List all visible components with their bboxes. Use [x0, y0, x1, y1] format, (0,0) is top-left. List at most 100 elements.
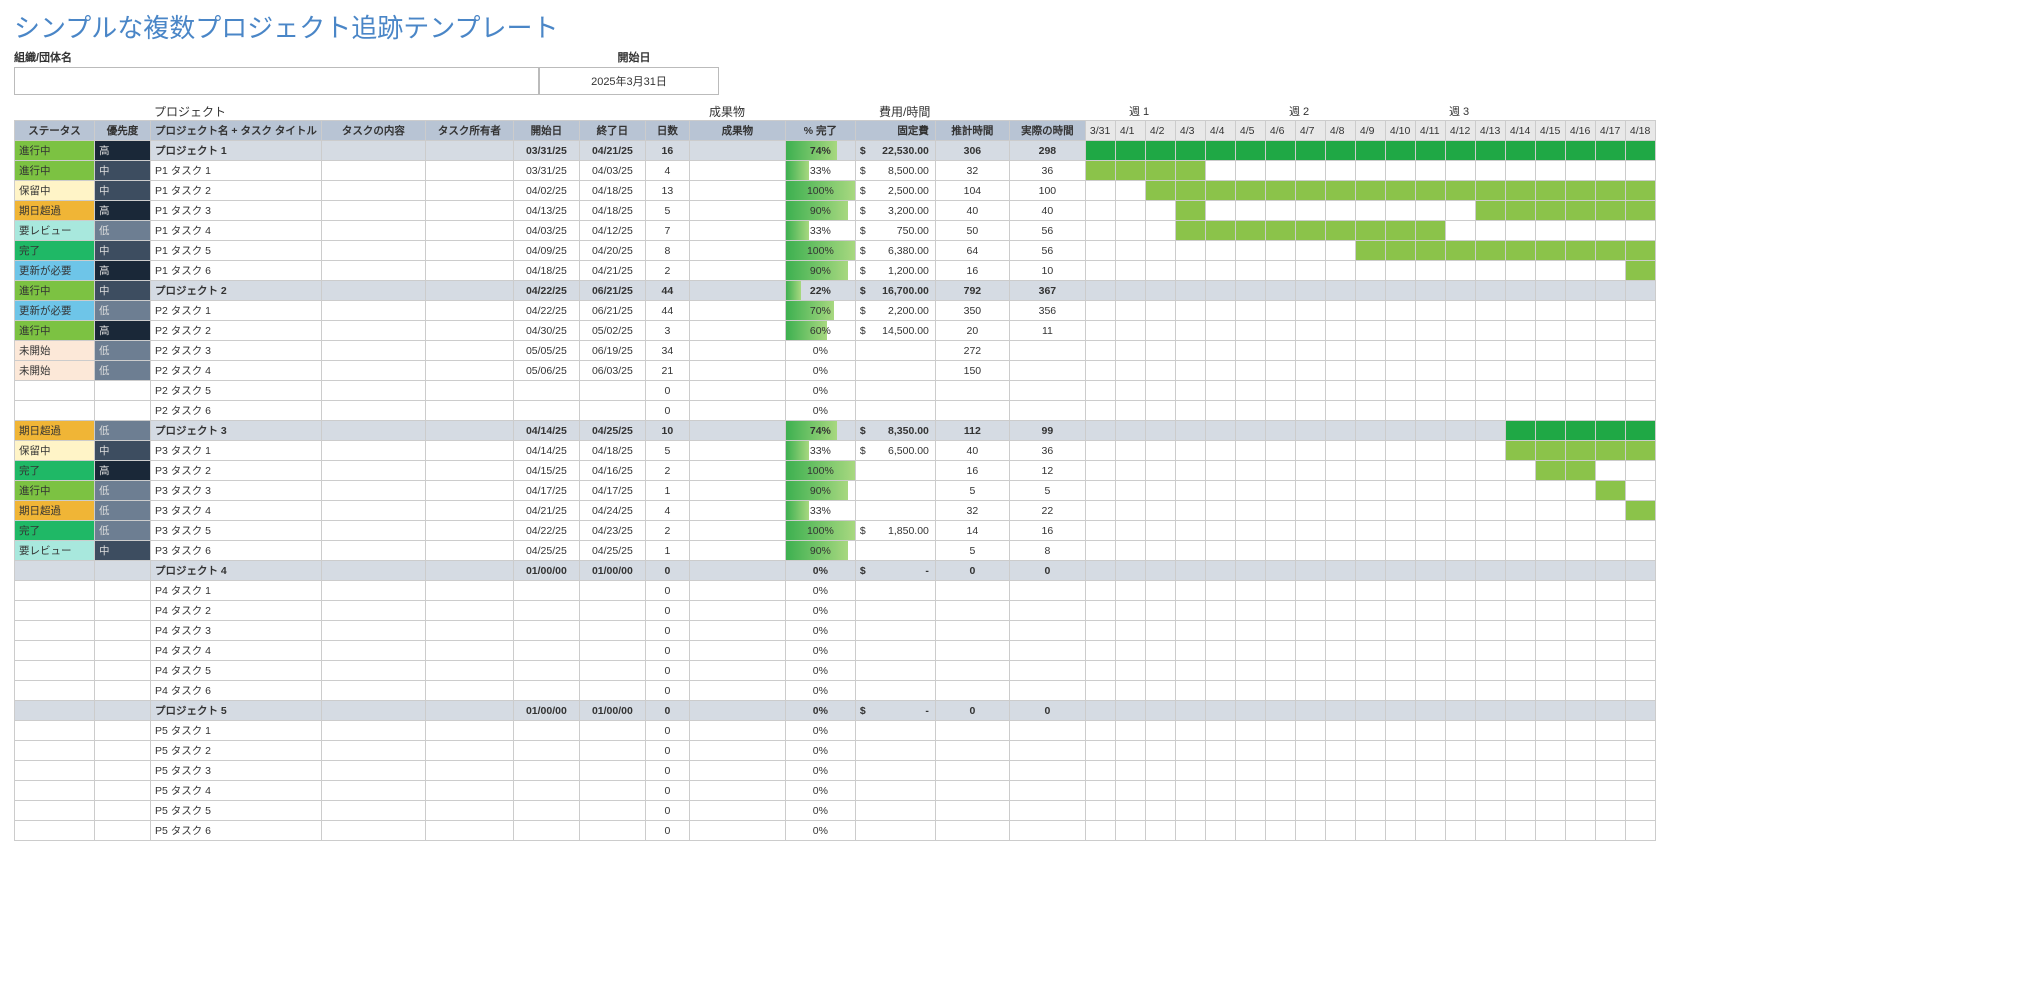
gantt-cell[interactable] [1505, 461, 1535, 481]
gantt-cell[interactable] [1355, 241, 1385, 261]
gantt-cell[interactable] [1145, 621, 1175, 641]
cell[interactable]: プロジェクト 3 [151, 421, 322, 441]
gantt-cell[interactable] [1355, 681, 1385, 701]
gantt-cell[interactable] [1085, 201, 1115, 221]
cell[interactable] [1009, 781, 1085, 801]
gantt-cell[interactable] [1265, 161, 1295, 181]
cell[interactable]: 高 [95, 141, 151, 161]
gantt-cell[interactable] [1415, 761, 1445, 781]
gantt-cell[interactable] [1595, 301, 1625, 321]
task-row[interactable]: 進行中中P1 タスク 103/31/2504/03/25433%$8,500.0… [15, 161, 1656, 181]
task-row[interactable]: P4 タスク 200% [15, 601, 1656, 621]
gantt-cell[interactable] [1505, 421, 1535, 441]
gantt-cell[interactable] [1325, 221, 1355, 241]
cell[interactable]: 04/23/25 [579, 521, 645, 541]
cell-cost[interactable] [855, 381, 935, 401]
gantt-cell[interactable] [1295, 241, 1325, 261]
gantt-cell[interactable] [1205, 541, 1235, 561]
cell[interactable]: 0 [645, 701, 689, 721]
gantt-cell[interactable] [1295, 281, 1325, 301]
gantt-cell[interactable] [1445, 161, 1475, 181]
gantt-cell[interactable] [1355, 401, 1385, 421]
cell[interactable]: 完了 [15, 461, 95, 481]
gantt-cell[interactable] [1085, 661, 1115, 681]
cell[interactable] [95, 661, 151, 681]
gantt-cell[interactable] [1355, 201, 1385, 221]
gantt-cell[interactable] [1295, 741, 1325, 761]
task-row[interactable]: P4 タスク 600% [15, 681, 1656, 701]
cell[interactable] [321, 521, 425, 541]
gantt-cell[interactable] [1595, 381, 1625, 401]
cell[interactable]: 13 [645, 181, 689, 201]
gantt-cell[interactable] [1265, 621, 1295, 641]
cell-cost[interactable] [855, 781, 935, 801]
cell[interactable]: 56 [1009, 221, 1085, 241]
gantt-cell[interactable] [1145, 141, 1175, 161]
gantt-cell[interactable] [1265, 721, 1295, 741]
cell[interactable] [689, 641, 785, 661]
cell[interactable]: 04/25/25 [579, 541, 645, 561]
col-day-4/5[interactable]: 4/5 [1235, 121, 1265, 141]
gantt-cell[interactable] [1445, 541, 1475, 561]
cell[interactable] [513, 661, 579, 681]
cell[interactable] [321, 641, 425, 661]
cell[interactable] [321, 721, 425, 741]
gantt-cell[interactable] [1175, 681, 1205, 701]
gantt-cell[interactable] [1535, 581, 1565, 601]
gantt-cell[interactable] [1085, 141, 1115, 161]
cell[interactable]: 356 [1009, 301, 1085, 321]
gantt-cell[interactable] [1235, 361, 1265, 381]
gantt-cell[interactable] [1415, 541, 1445, 561]
cell[interactable]: P3 タスク 6 [151, 541, 322, 561]
gantt-cell[interactable] [1385, 781, 1415, 801]
gantt-cell[interactable] [1385, 501, 1415, 521]
gantt-cell[interactable] [1295, 161, 1325, 181]
gantt-cell[interactable] [1325, 461, 1355, 481]
gantt-cell[interactable] [1505, 541, 1535, 561]
gantt-cell[interactable] [1115, 621, 1145, 641]
gantt-cell[interactable] [1505, 481, 1535, 501]
gantt-cell[interactable] [1265, 441, 1295, 461]
cell[interactable]: 0 [645, 661, 689, 681]
cell[interactable] [689, 221, 785, 241]
gantt-cell[interactable] [1085, 701, 1115, 721]
cell[interactable]: P1 タスク 4 [151, 221, 322, 241]
gantt-cell[interactable] [1355, 301, 1385, 321]
cell[interactable]: 中 [95, 241, 151, 261]
gantt-cell[interactable] [1205, 581, 1235, 601]
gantt-cell[interactable] [1175, 241, 1205, 261]
gantt-cell[interactable] [1235, 721, 1265, 741]
gantt-cell[interactable] [1625, 681, 1655, 701]
gantt-cell[interactable] [1565, 381, 1595, 401]
gantt-cell[interactable] [1535, 461, 1565, 481]
gantt-cell[interactable] [1385, 401, 1415, 421]
gantt-cell[interactable] [1295, 601, 1325, 621]
gantt-cell[interactable] [1145, 181, 1175, 201]
gantt-cell[interactable] [1475, 181, 1505, 201]
gantt-cell[interactable] [1595, 621, 1625, 641]
gantt-cell[interactable] [1145, 261, 1175, 281]
cell-cost[interactable] [855, 681, 935, 701]
cell[interactable]: 中 [95, 541, 151, 561]
gantt-cell[interactable] [1415, 781, 1445, 801]
gantt-cell[interactable] [1475, 801, 1505, 821]
gantt-cell[interactable] [1595, 461, 1625, 481]
cell[interactable] [579, 741, 645, 761]
cell[interactable]: 04/18/25 [513, 261, 579, 281]
gantt-cell[interactable] [1175, 141, 1205, 161]
gantt-cell[interactable] [1355, 721, 1385, 741]
cell-pct[interactable]: 0% [785, 561, 855, 581]
gantt-cell[interactable] [1565, 621, 1595, 641]
gantt-cell[interactable] [1205, 361, 1235, 381]
gantt-cell[interactable] [1145, 641, 1175, 661]
cell-pct[interactable]: 0% [785, 661, 855, 681]
cell[interactable]: 306 [935, 141, 1009, 161]
cell[interactable]: 2 [645, 261, 689, 281]
gantt-cell[interactable] [1625, 321, 1655, 341]
cell[interactable]: 04/14/25 [513, 421, 579, 441]
gantt-cell[interactable] [1085, 301, 1115, 321]
gantt-cell[interactable] [1385, 221, 1415, 241]
gantt-cell[interactable] [1625, 501, 1655, 521]
gantt-cell[interactable] [1625, 161, 1655, 181]
cell[interactable] [579, 761, 645, 781]
